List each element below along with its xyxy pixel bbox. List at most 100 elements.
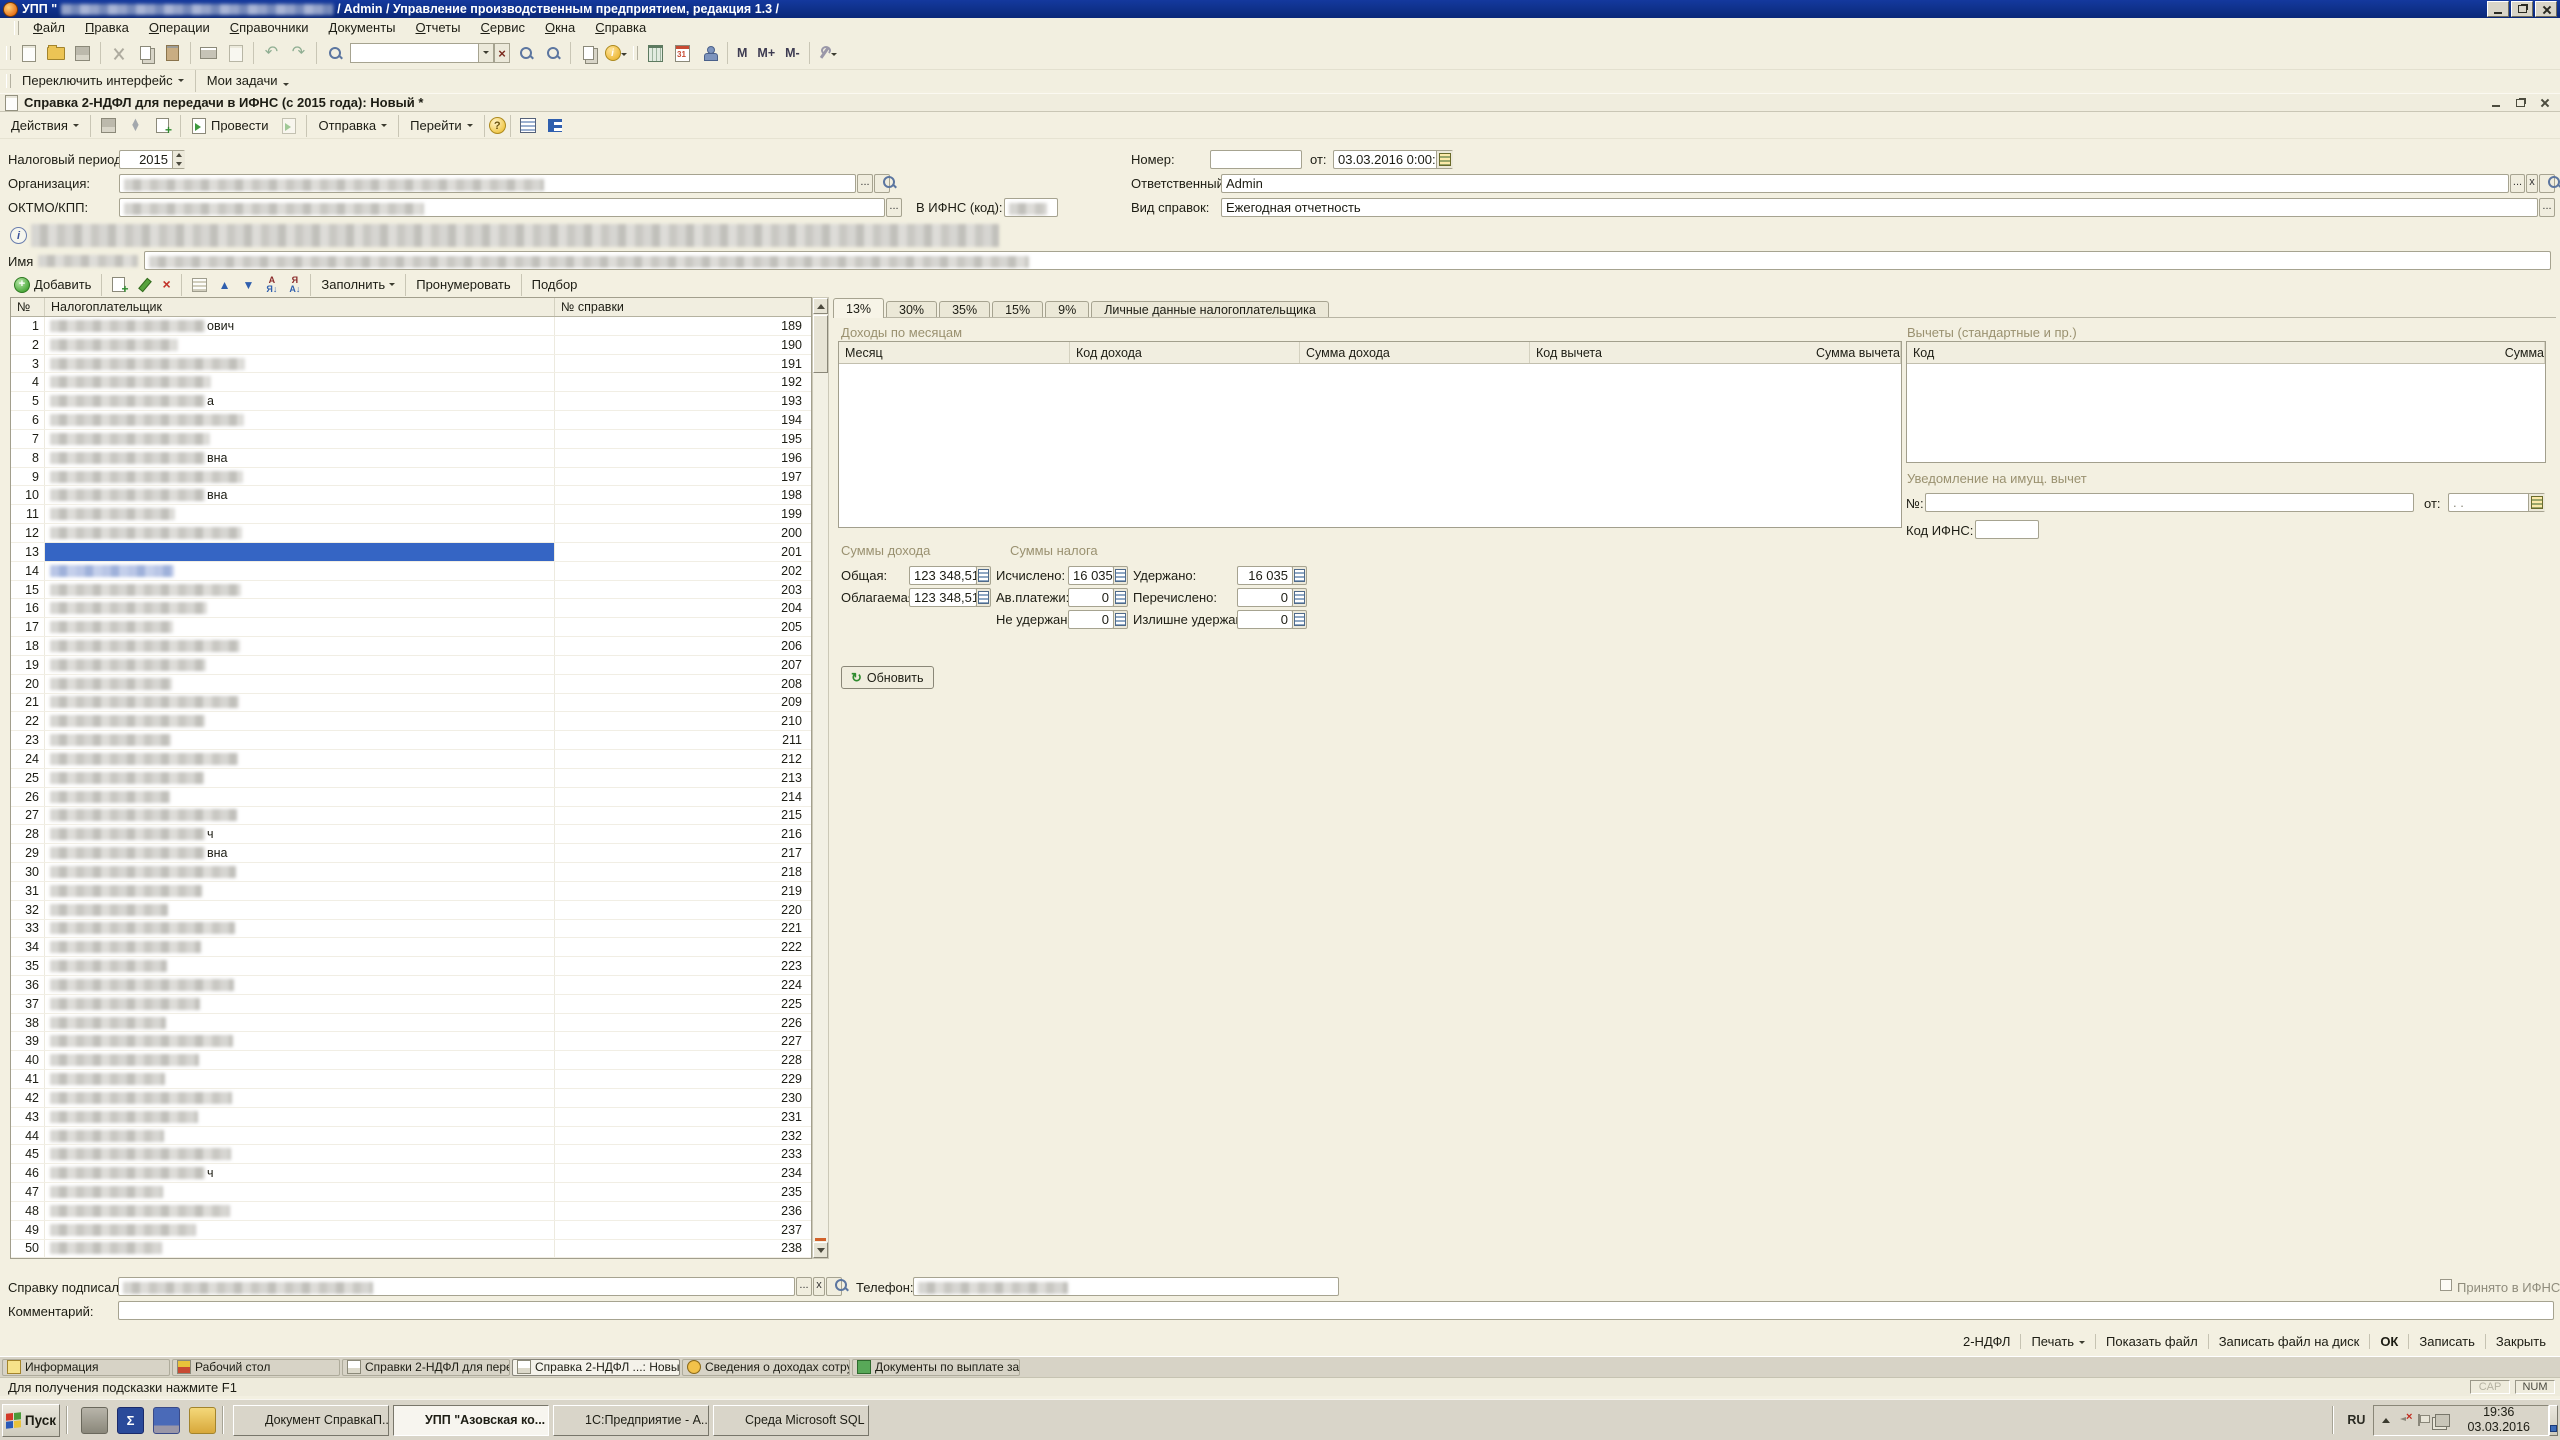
paste-button[interactable] (160, 41, 185, 66)
table-row[interactable]: 39 227 (11, 1032, 811, 1051)
table-row[interactable]: 7 195 (11, 430, 811, 449)
search-dropdown-button[interactable] (478, 43, 494, 63)
taskbar-app-button[interactable]: УПП "Азовская ко... (393, 1405, 549, 1436)
income-column-header[interactable]: Код вычета (1530, 342, 1810, 363)
rate-tab[interactable]: Личные данные налогоплательщика (1091, 301, 1329, 318)
table-row[interactable]: 12 200 (11, 524, 811, 543)
close-button[interactable] (2535, 1, 2557, 17)
income-column-header[interactable]: Месяц (839, 342, 1070, 363)
list-settings-button[interactable] (516, 113, 541, 138)
phone-field[interactable] (913, 1277, 1339, 1296)
oktmo-select-button[interactable]: ... (886, 198, 902, 217)
organization-field[interactable] (119, 174, 856, 193)
flag-icon[interactable] (2418, 1414, 2428, 1426)
table-row[interactable]: 32 220 (11, 901, 811, 920)
my-tasks-button[interactable]: Мои задачи (200, 71, 296, 91)
over-withheld-calc-button[interactable] (1292, 610, 1307, 629)
table-row[interactable]: 38 226 (11, 1014, 811, 1033)
responsible-select-button[interactable]: ... (2510, 174, 2525, 193)
table-row[interactable]: 41 229 (11, 1070, 811, 1089)
table-row[interactable]: 37 225 (11, 995, 811, 1014)
memory-recall-button[interactable]: M (732, 46, 752, 60)
copy-button[interactable] (133, 41, 158, 66)
clock[interactable]: 19:36 03.03.2016 (2457, 1405, 2540, 1435)
table-row[interactable]: 26 214 (11, 788, 811, 807)
deduction-column-header[interactable]: Код (1907, 342, 2499, 363)
date-calendar-button[interactable] (1436, 151, 1453, 168)
folder-icon[interactable] (189, 1407, 216, 1434)
rate-tab[interactable]: 30% (886, 301, 937, 318)
responsible-field[interactable]: Admin (1221, 174, 2509, 193)
chevron-up-icon[interactable] (2382, 1414, 2390, 1423)
search-button[interactable] (322, 41, 347, 66)
show-desktop-button[interactable] (2549, 1405, 2558, 1436)
table-row[interactable]: 4 192 (11, 373, 811, 392)
table-row[interactable]: 25 213 (11, 769, 811, 788)
table-row[interactable]: 34 222 (11, 938, 811, 957)
table-row[interactable]: 45 233 (11, 1145, 811, 1164)
table-row[interactable]: 8 вна 196 (11, 449, 811, 468)
table-row[interactable]: 23 211 (11, 731, 811, 750)
table-row[interactable]: 3 191 (11, 355, 811, 374)
calculated-field[interactable]: 16 035 (1068, 566, 1114, 585)
delete-row-button[interactable] (156, 278, 176, 291)
table-row[interactable]: 43 231 (11, 1108, 811, 1127)
scroll-up-button[interactable] (813, 298, 828, 314)
start-button[interactable]: Пуск (2, 1404, 60, 1437)
table-row[interactable]: 35 223 (11, 957, 811, 976)
help-button[interactable]: ? (489, 117, 506, 134)
new-button[interactable] (16, 41, 41, 66)
menu-item[interactable]: Отчеты (406, 19, 471, 36)
menu-item[interactable]: Документы (318, 19, 405, 36)
rate-tab[interactable]: 35% (939, 301, 990, 318)
table-row[interactable]: 40 228 (11, 1051, 811, 1070)
search-input[interactable] (350, 43, 478, 63)
table-row[interactable]: 30 218 (11, 863, 811, 882)
doc-restore-button[interactable] (2512, 96, 2528, 110)
kind-select-button[interactable]: ... (2539, 198, 2555, 217)
footer-button[interactable]: 2-НДФЛ (1953, 1334, 2020, 1349)
table-row[interactable]: 46 ч 234 (11, 1164, 811, 1183)
table-row[interactable]: 31 219 (11, 882, 811, 901)
goto-button[interactable]: Перейти (403, 116, 480, 135)
table-row[interactable]: 21 209 (11, 694, 811, 713)
window-tab[interactable]: Рабочий стол (172, 1359, 340, 1376)
total-field[interactable]: 123 348,51 (909, 566, 977, 585)
window-tab[interactable]: Справка 2-НДФЛ ...: Новый * (512, 1359, 680, 1376)
window-tab[interactable]: Информация (2, 1359, 170, 1376)
organization-select-button[interactable]: ... (857, 174, 873, 193)
table-row[interactable]: 1 ович 189 (11, 317, 811, 336)
copy-list-button[interactable] (576, 41, 601, 66)
doc-reread-button[interactable] (123, 113, 148, 138)
table-row[interactable]: 16 204 (11, 599, 811, 618)
footer-button[interactable]: Записать файл на диск (2208, 1334, 2370, 1349)
transferred-calc-button[interactable] (1292, 588, 1307, 607)
taskbar-app-button[interactable]: 1С:Предприятие - А... (553, 1405, 709, 1436)
user-settings-button[interactable] (697, 41, 722, 66)
oktmo-field[interactable] (119, 198, 885, 217)
doc-save-button[interactable] (96, 113, 121, 138)
withheld-field[interactable]: 16 035 (1237, 566, 1293, 585)
add-row-button[interactable]: Добавить (8, 277, 97, 293)
table-row[interactable]: 24 212 (11, 750, 811, 769)
not-withheld-calc-button[interactable] (1113, 610, 1128, 629)
transferred-field[interactable]: 0 (1237, 588, 1293, 607)
table-row[interactable]: 10 вна 198 (11, 486, 811, 505)
refresh-button[interactable]: Обновить (841, 666, 934, 689)
table-row[interactable]: 9 197 (11, 468, 811, 487)
network-icon[interactable] (2435, 1414, 2450, 1427)
table-row[interactable]: 17 205 (11, 618, 811, 637)
not-withheld-field[interactable]: 0 (1068, 610, 1114, 629)
taxable-field[interactable]: 123 348,51 (909, 588, 977, 607)
table-row[interactable]: 19 207 (11, 656, 811, 675)
table-row[interactable]: 48 236 (11, 1202, 811, 1221)
window-tab[interactable]: Справки 2-НДФЛ для пере... (342, 1359, 510, 1376)
minimize-button[interactable] (2487, 1, 2509, 17)
table-row[interactable]: 42 230 (11, 1089, 811, 1108)
doc-copy-button[interactable] (150, 113, 175, 138)
advance-calc-button[interactable] (1113, 588, 1128, 607)
file-name-field[interactable] (144, 251, 2551, 270)
renumber-button[interactable]: Пронумеровать (410, 277, 516, 292)
period-spinner[interactable] (172, 151, 185, 168)
footer-button[interactable]: ОК (2369, 1334, 2408, 1349)
